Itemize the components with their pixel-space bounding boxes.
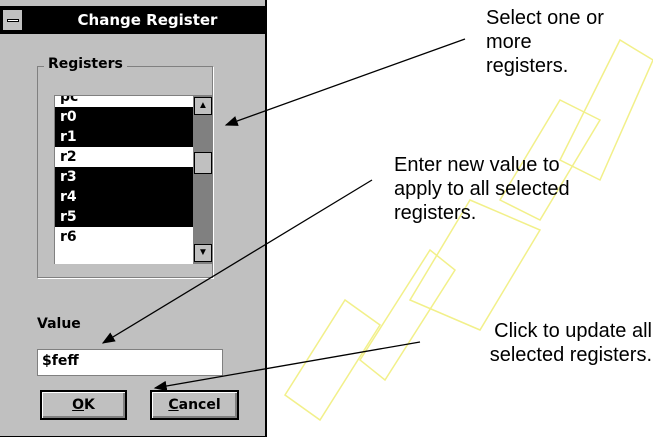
arrow-to-ok-button bbox=[153, 341, 421, 392]
callout-arrows bbox=[101, 38, 466, 392]
arrow-to-listbox bbox=[224, 38, 466, 126]
arrow-to-value-input bbox=[101, 179, 373, 344]
